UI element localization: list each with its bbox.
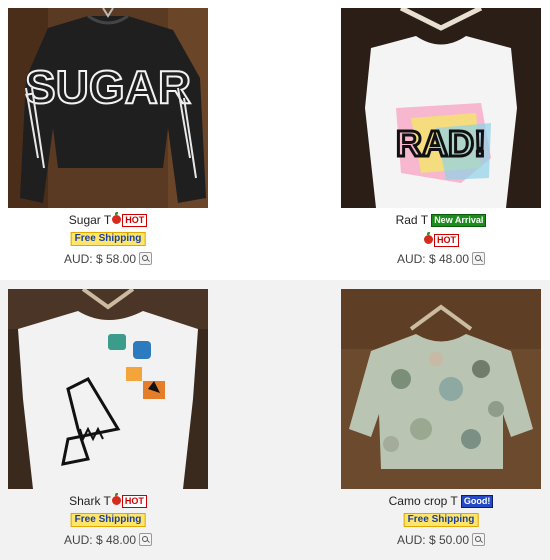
product-price-line: AUD: $ 48.00 <box>8 532 208 548</box>
product-image-shark-t[interactable] <box>8 289 208 489</box>
product-image-sugar-t[interactable]: SUGAR <box>8 8 208 208</box>
hot-badge: HOT <box>434 234 459 247</box>
free-shipping-badge: Free Shipping <box>403 513 479 527</box>
free-shipping-badge: Free Shipping <box>70 513 146 527</box>
good-badge: Good! <box>460 495 494 508</box>
apple-icon <box>112 212 122 224</box>
zoom-icon[interactable] <box>472 533 486 546</box>
zoom-icon[interactable] <box>472 252 486 265</box>
product-price: AUD: $ 50.00 <box>396 533 470 547</box>
product-card-rad-t[interactable]: RAD! Rad T New Arrival HOT AUD: $ 48.00 <box>341 8 541 278</box>
shirt-print-text: RAD! <box>396 123 486 164</box>
product-title-line: Shark T HOT <box>8 493 208 509</box>
product-card-shark-t[interactable]: Shark T HOT Free Shipping AUD: $ 48.00 <box>8 289 208 559</box>
product-badge-line: HOT <box>341 232 541 248</box>
product-title-line: Rad T New Arrival <box>341 212 541 228</box>
free-shipping-badge: Free Shipping <box>70 232 146 246</box>
product-price-line: AUD: $ 50.00 <box>341 532 541 548</box>
product-card-camo-crop-t[interactable]: Camo crop T Good! Free Shipping AUD: $ 5… <box>341 289 541 559</box>
product-price: AUD: $ 48.00 <box>63 533 137 547</box>
product-name-link[interactable]: Sugar T <box>69 213 111 227</box>
product-title-line: Sugar T HOT <box>8 212 208 228</box>
zoom-icon[interactable] <box>139 533 153 546</box>
product-card-sugar-t[interactable]: SUGAR Sugar T HOT Free Shipping AUD: $ 58… <box>8 8 208 278</box>
product-name-link[interactable]: Shark T <box>69 494 111 508</box>
hot-badge: HOT <box>122 214 148 227</box>
product-price: AUD: $ 58.00 <box>63 252 137 266</box>
shirt-print-text: SUGAR <box>25 61 191 113</box>
hot-badge: HOT <box>121 495 147 508</box>
apple-icon <box>111 493 121 505</box>
product-image-rad-t[interactable]: RAD! <box>341 8 541 208</box>
product-price-line: AUD: $ 58.00 <box>8 251 208 267</box>
product-price: AUD: $ 48.00 <box>396 252 470 266</box>
apple-icon <box>424 232 433 244</box>
product-title-line: Camo crop T Good! <box>341 493 541 509</box>
product-price-line: AUD: $ 48.00 <box>341 251 541 267</box>
product-image-camo-crop-t[interactable] <box>341 289 541 489</box>
product-name-link[interactable]: Camo crop T <box>389 494 458 508</box>
new-arrival-badge: New Arrival <box>431 214 487 227</box>
product-name-link[interactable]: Rad T <box>396 213 428 227</box>
zoom-icon[interactable] <box>139 252 153 265</box>
